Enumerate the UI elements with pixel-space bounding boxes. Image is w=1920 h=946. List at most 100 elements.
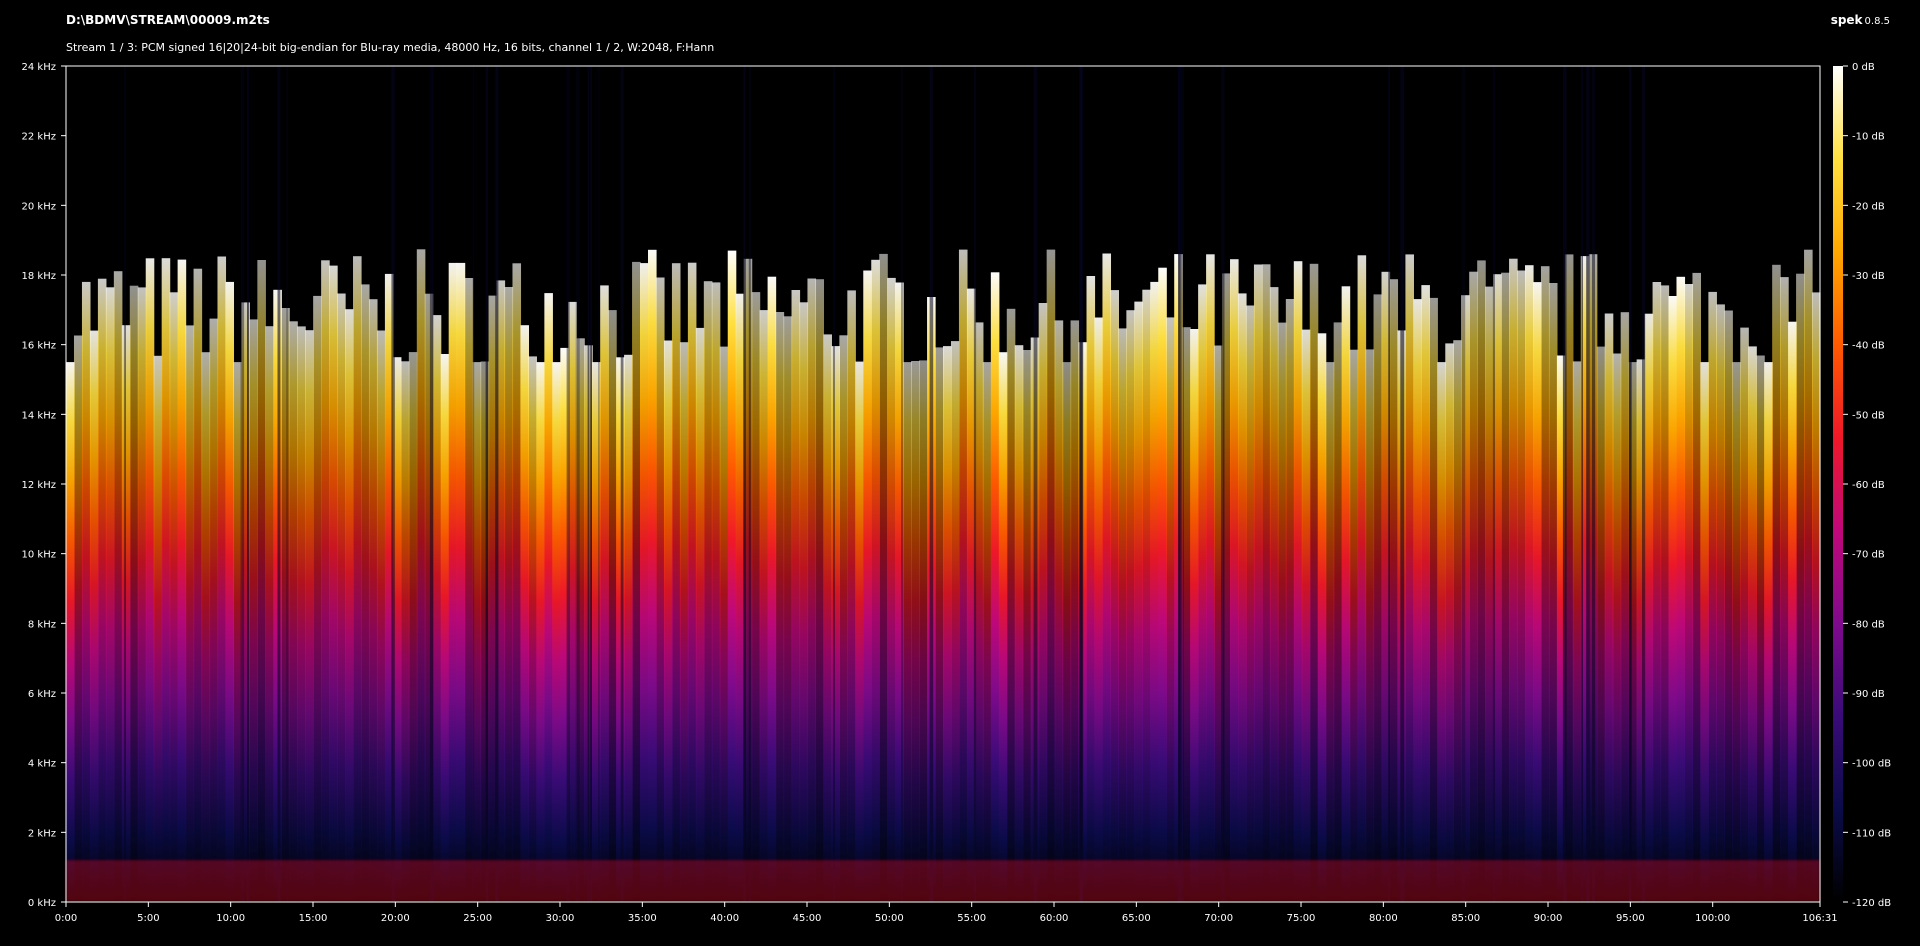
- spectrogram-column: [1126, 310, 1135, 902]
- spectrogram-column: [1118, 328, 1127, 902]
- colorbar-tick-label: -70 dB: [1852, 550, 1885, 561]
- quiet-streak: [1400, 66, 1405, 902]
- spectrogram-column: [687, 262, 697, 902]
- spectrogram-column: [265, 326, 274, 902]
- spectrogram-column: [1788, 321, 1797, 902]
- spectrogram-column: [121, 325, 131, 902]
- spectrogram-column: [1804, 249, 1813, 902]
- spectrogram-column: [161, 258, 171, 902]
- spectrogram-column: [1612, 353, 1622, 902]
- spectrogram-column: [321, 260, 330, 902]
- spectrogram-column: [1317, 333, 1327, 902]
- spectrogram-column: [990, 272, 1000, 902]
- frequency-tick-label: 8 kHz: [28, 619, 56, 630]
- spectrogram-column: [81, 281, 91, 902]
- spectrogram-column: [257, 260, 266, 902]
- quiet-streak: [566, 66, 570, 902]
- spectrogram-column: [1373, 294, 1383, 902]
- time-tick-label: 25:00: [463, 913, 492, 924]
- time-tick-label: 85:00: [1451, 913, 1480, 924]
- spectrogram-column: [958, 249, 968, 903]
- spectrogram-column: [632, 261, 641, 902]
- spectrogram-column: [1309, 263, 1319, 902]
- spectrogram-column: [1517, 270, 1526, 902]
- spectrogram-chart: 0:00 5:00 10:00 15:00 20:00 25:00 30:00 35:00 40…: [22, 62, 1892, 924]
- quiet-streak: [598, 66, 600, 902]
- spectrogram-column: [935, 347, 944, 902]
- spectrogram-column: [1485, 286, 1494, 903]
- quiet-streak: [1461, 66, 1466, 902]
- spectrogram-column: [1054, 320, 1064, 902]
- quiet-streak: [1181, 66, 1184, 902]
- spectrogram-plot: [66, 66, 1821, 903]
- spectrogram-column: [89, 330, 99, 903]
- spectrogram-column: [1285, 299, 1295, 902]
- frequency-tick-label: 4 kHz: [28, 759, 56, 770]
- spectrogram-column: [1022, 350, 1032, 902]
- time-tick-label: 10:00: [216, 913, 245, 924]
- spectrogram-column: [73, 335, 83, 902]
- spectrogram-column: [416, 249, 426, 903]
- spectrogram-column: [1445, 343, 1454, 902]
- spectrogram-column: [855, 361, 864, 903]
- quiet-streak: [495, 66, 499, 902]
- spectrogram-column: [1668, 296, 1678, 902]
- spectrogram-column: [640, 263, 649, 903]
- db-colorbar: 0 dB -10 dB -20 dB -30 dB -40 dB -50 dB -60 dB…: [1833, 62, 1891, 909]
- quiet-streak: [1178, 66, 1181, 902]
- spectrogram-column: [911, 361, 920, 902]
- spectrogram-column: [1198, 284, 1207, 902]
- time-axis: 0:00 5:00 10:00 15:00 20:00 25:00 30:00 35:00 40…: [55, 902, 1838, 924]
- quiet-streak: [833, 66, 835, 902]
- spectrogram-column: [783, 316, 793, 902]
- spectrogram-column: [1158, 267, 1167, 902]
- spectrogram-column: [1764, 362, 1773, 903]
- spectrogram-column: [1676, 276, 1686, 902]
- spectrogram-column: [1684, 284, 1694, 902]
- spectrogram-column: [1700, 362, 1709, 903]
- spectrogram-column: [1293, 261, 1303, 902]
- spectrogram-column: [448, 262, 458, 902]
- frequency-tick-label: 10 kHz: [22, 550, 56, 561]
- time-tick-label: 45:00: [793, 913, 822, 924]
- spectrogram-column: [608, 310, 617, 903]
- spectrogram-column: [847, 290, 856, 902]
- quiet-streak: [1388, 66, 1390, 902]
- quiet-streak: [575, 66, 580, 902]
- spectrogram-column: [1548, 283, 1558, 902]
- spectrogram-column: [1509, 258, 1518, 902]
- quiet-streak: [1592, 66, 1595, 902]
- spectrogram-column: [1166, 317, 1175, 902]
- colorbar-tick-label: -30 dB: [1852, 271, 1885, 282]
- spectrogram-column: [1429, 297, 1438, 902]
- spectrogram-column: [1062, 362, 1072, 903]
- spectrogram-column: [1724, 310, 1733, 902]
- spectrogram-column: [863, 270, 872, 902]
- spectrogram-column: [1772, 264, 1781, 902]
- spectrogram-column: [1780, 277, 1789, 903]
- spectrogram-column: [360, 284, 370, 902]
- spectrogram-column: [1525, 265, 1534, 902]
- spectrogram-column: [950, 341, 960, 903]
- spectrogram-column: [552, 362, 561, 903]
- quiet-streak: [748, 66, 751, 902]
- spectrogram-column: [815, 279, 825, 902]
- spectrogram-column: [376, 330, 386, 902]
- spectrogram-column: [1245, 305, 1255, 902]
- spectrogram-column: [719, 346, 729, 903]
- spectrogram-column: [1070, 320, 1080, 902]
- spectrogram-column: [408, 352, 418, 903]
- quiet-streak: [620, 66, 624, 902]
- time-tick-label: 15:00: [299, 913, 328, 924]
- frequency-tick-label: 16 kHz: [22, 341, 56, 352]
- frequency-tick-label: 14 kHz: [22, 410, 56, 421]
- colorbar-tick-label: -110 dB: [1852, 828, 1891, 839]
- time-tick-label: 80:00: [1369, 913, 1398, 924]
- frequency-tick-label: 22 kHz: [22, 132, 56, 143]
- spectrogram-column: [209, 318, 219, 903]
- spectrogram-column: [1692, 272, 1702, 902]
- quiet-streak: [929, 66, 934, 902]
- time-tick-label: 106:31: [1802, 913, 1837, 924]
- spectrogram-column: [1094, 317, 1104, 902]
- spectrogram-column: [1620, 312, 1630, 902]
